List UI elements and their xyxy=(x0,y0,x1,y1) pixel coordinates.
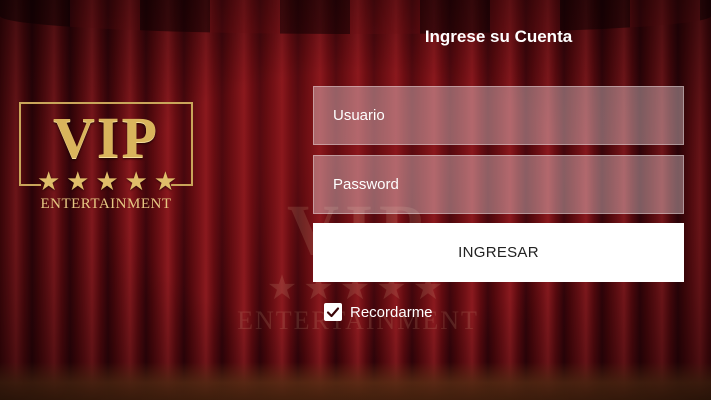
remember-me-toggle[interactable]: Recordarme xyxy=(324,302,433,322)
logo-subtitle: ENTERTAINMENT xyxy=(40,196,172,212)
star-icon: ★ xyxy=(37,166,61,196)
star-icon: ★ xyxy=(95,166,119,196)
username-input[interactable] xyxy=(333,107,683,124)
password-input[interactable] xyxy=(333,176,683,193)
password-field-container xyxy=(313,155,684,214)
star-icon: ★ xyxy=(66,166,90,196)
login-button[interactable]: INGRESAR xyxy=(313,223,684,282)
logo-brand: VIP xyxy=(53,105,159,170)
username-field-container xyxy=(313,86,684,145)
remember-me-checkbox[interactable] xyxy=(324,303,342,321)
remember-me-label: Recordarme xyxy=(350,303,433,321)
star-icon: ★ xyxy=(124,166,148,196)
logo-stars: ★ ★ ★ ★ ★ xyxy=(37,168,177,194)
login-title: Ingrese su Cuenta xyxy=(424,27,573,46)
vip-entertainment-logo: VIP ★ ★ ★ ★ ★ ENTERTAINMENT xyxy=(19,102,195,214)
star-icon: ★ xyxy=(153,166,177,196)
checkmark-icon xyxy=(326,307,340,318)
